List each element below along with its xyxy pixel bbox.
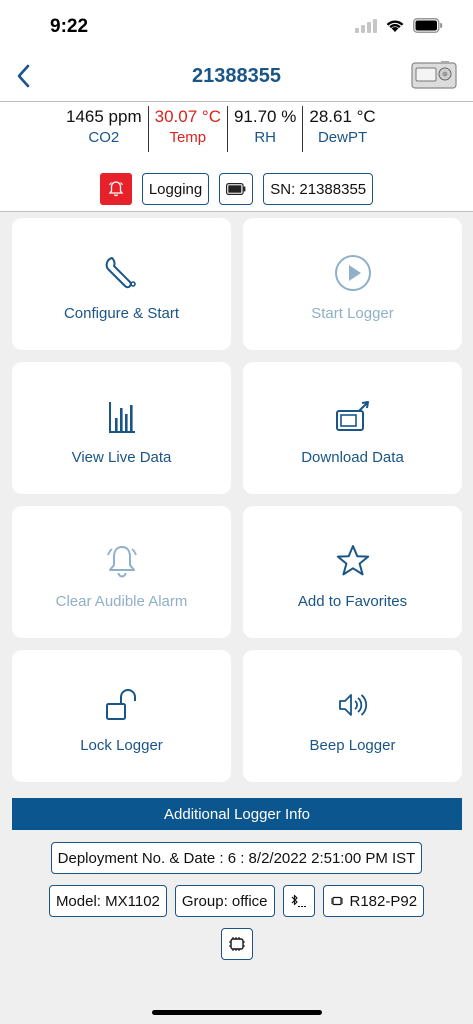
battery-level-icon	[226, 183, 246, 195]
signal-icon	[355, 18, 377, 33]
battery-icon	[413, 18, 443, 33]
page-title: 21388355	[192, 65, 281, 87]
logger-device-icon	[411, 61, 457, 89]
wrench-icon	[104, 253, 140, 293]
group-badge: Group: office	[174, 885, 275, 917]
reading-dewpt: 28.61 °C DewPT	[303, 106, 381, 152]
logging-status-badge: Logging	[141, 173, 210, 205]
star-icon	[335, 541, 371, 581]
reading-value: 91.70 %	[233, 107, 297, 126]
readings-row: 1465 ppm CO2 30.07 °C Temp 91.70 % RH 28…	[60, 106, 382, 152]
status-icons	[355, 18, 443, 33]
header-divider	[0, 101, 473, 102]
status-chips: Logging SN: 21388355	[0, 173, 473, 205]
memory-row	[0, 928, 473, 960]
header-panel: 9:22 21388355 1465 ppm CO2 30.07 °C Temp…	[0, 0, 473, 212]
logger-details-row: Model: MX1102 Group: office R182-P92	[0, 885, 473, 917]
reading-label: Temp	[169, 129, 207, 146]
chips-divider	[0, 211, 473, 212]
action-grid: Configure & Start Start Logger View Live…	[12, 218, 462, 782]
status-time: 9:22	[50, 16, 89, 37]
speaker-icon	[338, 685, 368, 725]
home-indicator[interactable]	[152, 1010, 322, 1015]
clear-audible-alarm-button[interactable]: Clear Audible Alarm	[12, 506, 231, 638]
serial-number-badge: SN: 21388355	[263, 173, 374, 205]
card-label: Lock Logger	[80, 736, 163, 754]
deployment-row: Deployment No. & Date : 6 : 8/2/2022 2:5…	[0, 842, 473, 874]
card-label: Beep Logger	[309, 736, 396, 754]
reading-rh: 91.70 % RH	[228, 106, 304, 152]
start-logger-button[interactable]: Start Logger	[243, 218, 462, 350]
chip-icon	[330, 896, 343, 906]
download-data-button[interactable]: Download Data	[243, 362, 462, 494]
alarm-bell-icon	[108, 181, 124, 197]
lock-logger-button[interactable]: Lock Logger	[12, 650, 231, 782]
reading-value: 30.07 °C	[154, 107, 221, 126]
deployment-info-badge: Deployment No. & Date : 6 : 8/2/2022 2:5…	[50, 842, 423, 874]
view-live-data-button[interactable]: View Live Data	[12, 362, 231, 494]
card-label: Start Logger	[311, 304, 394, 322]
memory-badge	[220, 928, 253, 960]
card-label: Add to Favorites	[297, 592, 408, 610]
card-label: Configure & Start	[63, 304, 180, 322]
alarm-indicator	[99, 173, 132, 205]
reading-label: DewPT	[317, 129, 368, 146]
card-label: View Live Data	[71, 448, 172, 466]
add-to-favorites-button[interactable]: Add to Favorites	[243, 506, 462, 638]
status-bar: 9:22	[0, 0, 473, 54]
reading-value: 1465 ppm	[66, 107, 142, 126]
model-badge: Model: MX1102	[48, 885, 167, 917]
bar-chart-icon	[108, 397, 136, 437]
bell-icon	[104, 541, 140, 581]
unlock-icon	[105, 685, 139, 725]
card-label: Clear Audible Alarm	[55, 592, 188, 610]
configure-start-button[interactable]: Configure & Start	[12, 218, 231, 350]
card-label: Download Data	[301, 448, 404, 466]
beep-logger-button[interactable]: Beep Logger	[243, 650, 462, 782]
play-icon	[334, 253, 372, 293]
bluetooth-badge	[282, 885, 315, 917]
nav-bar: 21388355	[0, 54, 473, 100]
wifi-icon	[386, 20, 404, 32]
reading-value: 28.61 °C	[309, 107, 376, 126]
reading-temp: 30.07 °C Temp	[149, 106, 228, 152]
reading-label: CO2	[88, 129, 120, 146]
reading-label: RH	[254, 129, 276, 146]
additional-info-header: Additional Logger Info	[12, 798, 462, 830]
battery-status-badge	[219, 173, 254, 205]
download-device-icon	[335, 397, 371, 437]
reading-co2: 1465 ppm CO2	[60, 106, 149, 152]
firmware-badge: R182-P92	[322, 885, 425, 917]
bluetooth-icon	[291, 894, 306, 907]
firmware-label: R182-P92	[349, 892, 418, 910]
memory-chip-icon	[228, 937, 245, 951]
